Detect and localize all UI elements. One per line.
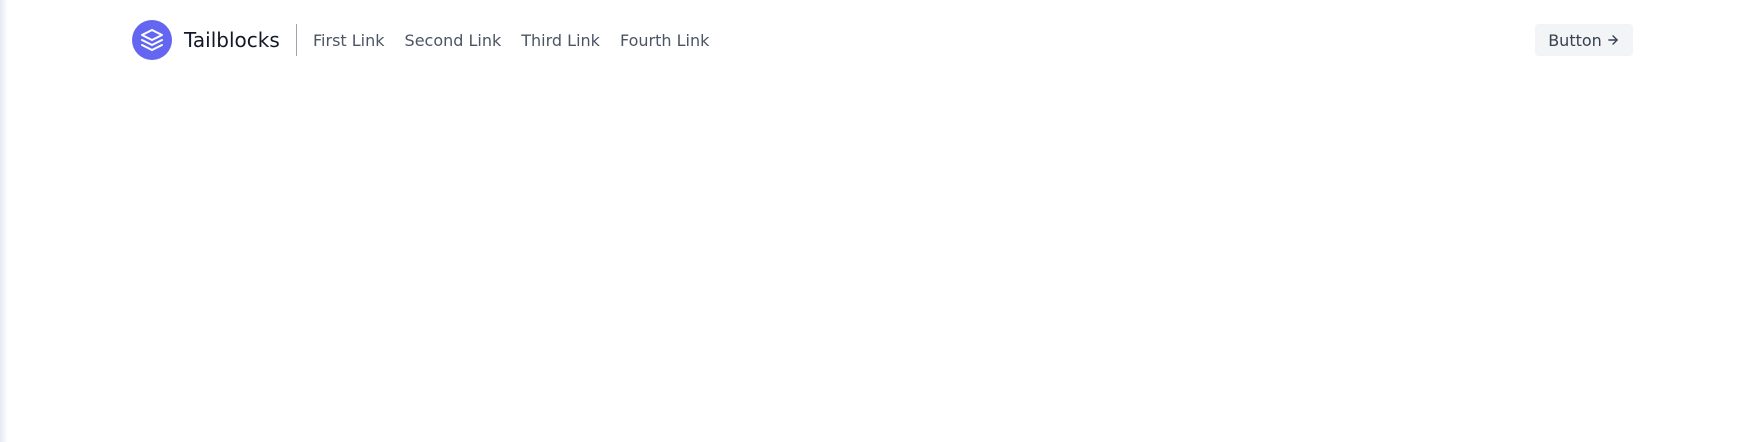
nav-link-second[interactable]: Second Link	[405, 31, 502, 50]
header-cta-label: Button	[1548, 30, 1602, 50]
nav-link-first[interactable]: First Link	[313, 31, 385, 50]
stack-layers-icon	[132, 20, 172, 60]
brand-name: Tailblocks	[184, 28, 280, 52]
arrow-right-icon	[1606, 33, 1620, 47]
nav-link-fourth[interactable]: Fourth Link	[620, 31, 709, 50]
brand-link[interactable]: Tailblocks	[132, 20, 280, 60]
primary-nav: First Link Second Link Third Link Fourth…	[296, 24, 729, 56]
site-header: Tailblocks First Link Second Link Third …	[0, 0, 1760, 80]
nav-link-third[interactable]: Third Link	[521, 31, 600, 50]
header-cta-button[interactable]: Button	[1535, 24, 1633, 56]
